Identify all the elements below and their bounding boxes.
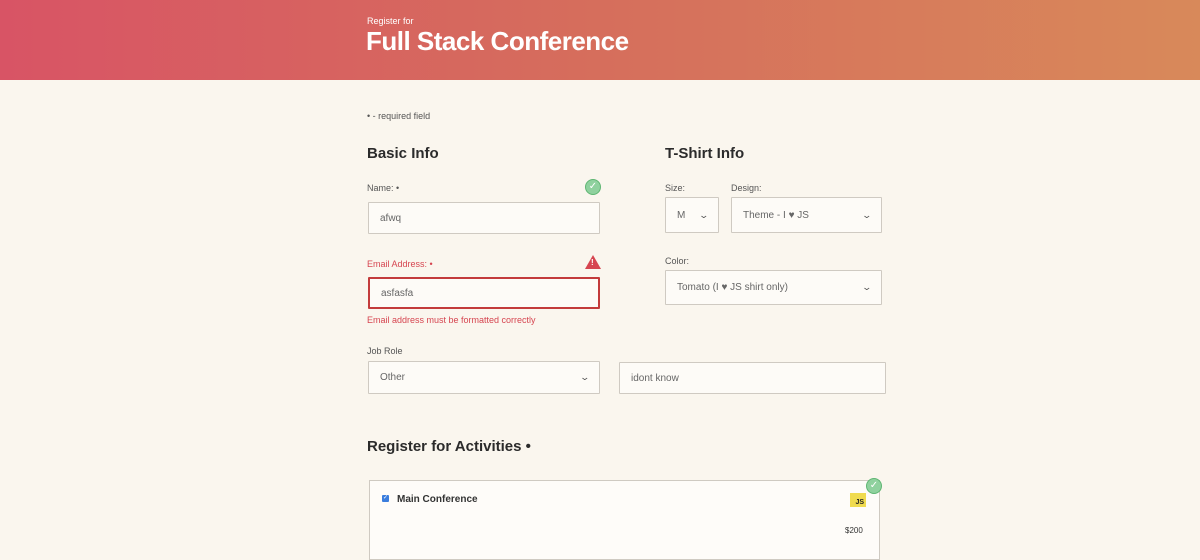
main-conference-checkbox[interactable]: ✓ xyxy=(382,495,389,502)
chevron-down-icon: ⌄ xyxy=(861,282,873,292)
tshirt-info-heading: T-Shirt Info xyxy=(665,145,745,162)
color-label: Color: xyxy=(665,256,690,266)
js-badge-text: JS xyxy=(855,499,864,506)
job-role-label: Job Role xyxy=(367,346,403,356)
header-pretitle: Register for xyxy=(367,16,414,26)
size-label: Size: xyxy=(665,183,686,193)
js-badge-icon: JS xyxy=(850,493,866,507)
activity-label: Main Conference xyxy=(397,494,478,505)
activities-heading: Register for Activities • xyxy=(367,438,531,455)
email-field-value: asfasfa xyxy=(381,287,414,299)
warning-icon: ! xyxy=(585,255,601,269)
name-field[interactable]: afwq xyxy=(368,202,600,234)
valid-check-icon: ✓ xyxy=(585,179,601,195)
valid-check-icon: ✓ xyxy=(866,478,882,494)
job-role-selected: Other xyxy=(380,372,406,383)
page-title: Full Stack Conference xyxy=(366,26,629,56)
other-job-role-field[interactable]: idont know xyxy=(619,362,886,394)
chevron-down-icon: ⌄ xyxy=(861,209,873,220)
chevron-down-icon: ⌄ xyxy=(698,209,710,220)
size-selected: M xyxy=(677,209,686,221)
design-select[interactable]: Theme - I ♥ JS ⌄ xyxy=(731,197,882,233)
activity-price: $200 xyxy=(845,526,863,535)
chevron-down-icon: ⌄ xyxy=(579,372,591,382)
required-field-note: • - required field xyxy=(367,111,431,121)
email-error-message: Email address must be formatted correctl… xyxy=(367,315,536,325)
design-label: Design: xyxy=(731,183,762,193)
design-selected: Theme - I ♥ JS xyxy=(743,209,809,221)
email-field[interactable]: asfasfa xyxy=(368,277,600,309)
color-selected: Tomato (I ♥ JS shirt only) xyxy=(677,282,788,293)
activity-item-main-conference[interactable] xyxy=(369,480,880,560)
name-field-value: afwq xyxy=(380,212,402,224)
name-label: Name: • xyxy=(367,183,400,193)
basic-info-heading: Basic Info xyxy=(367,145,439,162)
job-role-select[interactable]: Other ⌄ xyxy=(368,361,600,394)
email-label: Email Address: • xyxy=(367,259,433,269)
size-select[interactable]: M ⌄ xyxy=(665,197,719,233)
other-job-role-value: idont know xyxy=(631,372,679,384)
page-header: Register for Full Stack Conference xyxy=(0,0,1200,80)
color-select[interactable]: Tomato (I ♥ JS shirt only) ⌄ xyxy=(665,270,882,305)
